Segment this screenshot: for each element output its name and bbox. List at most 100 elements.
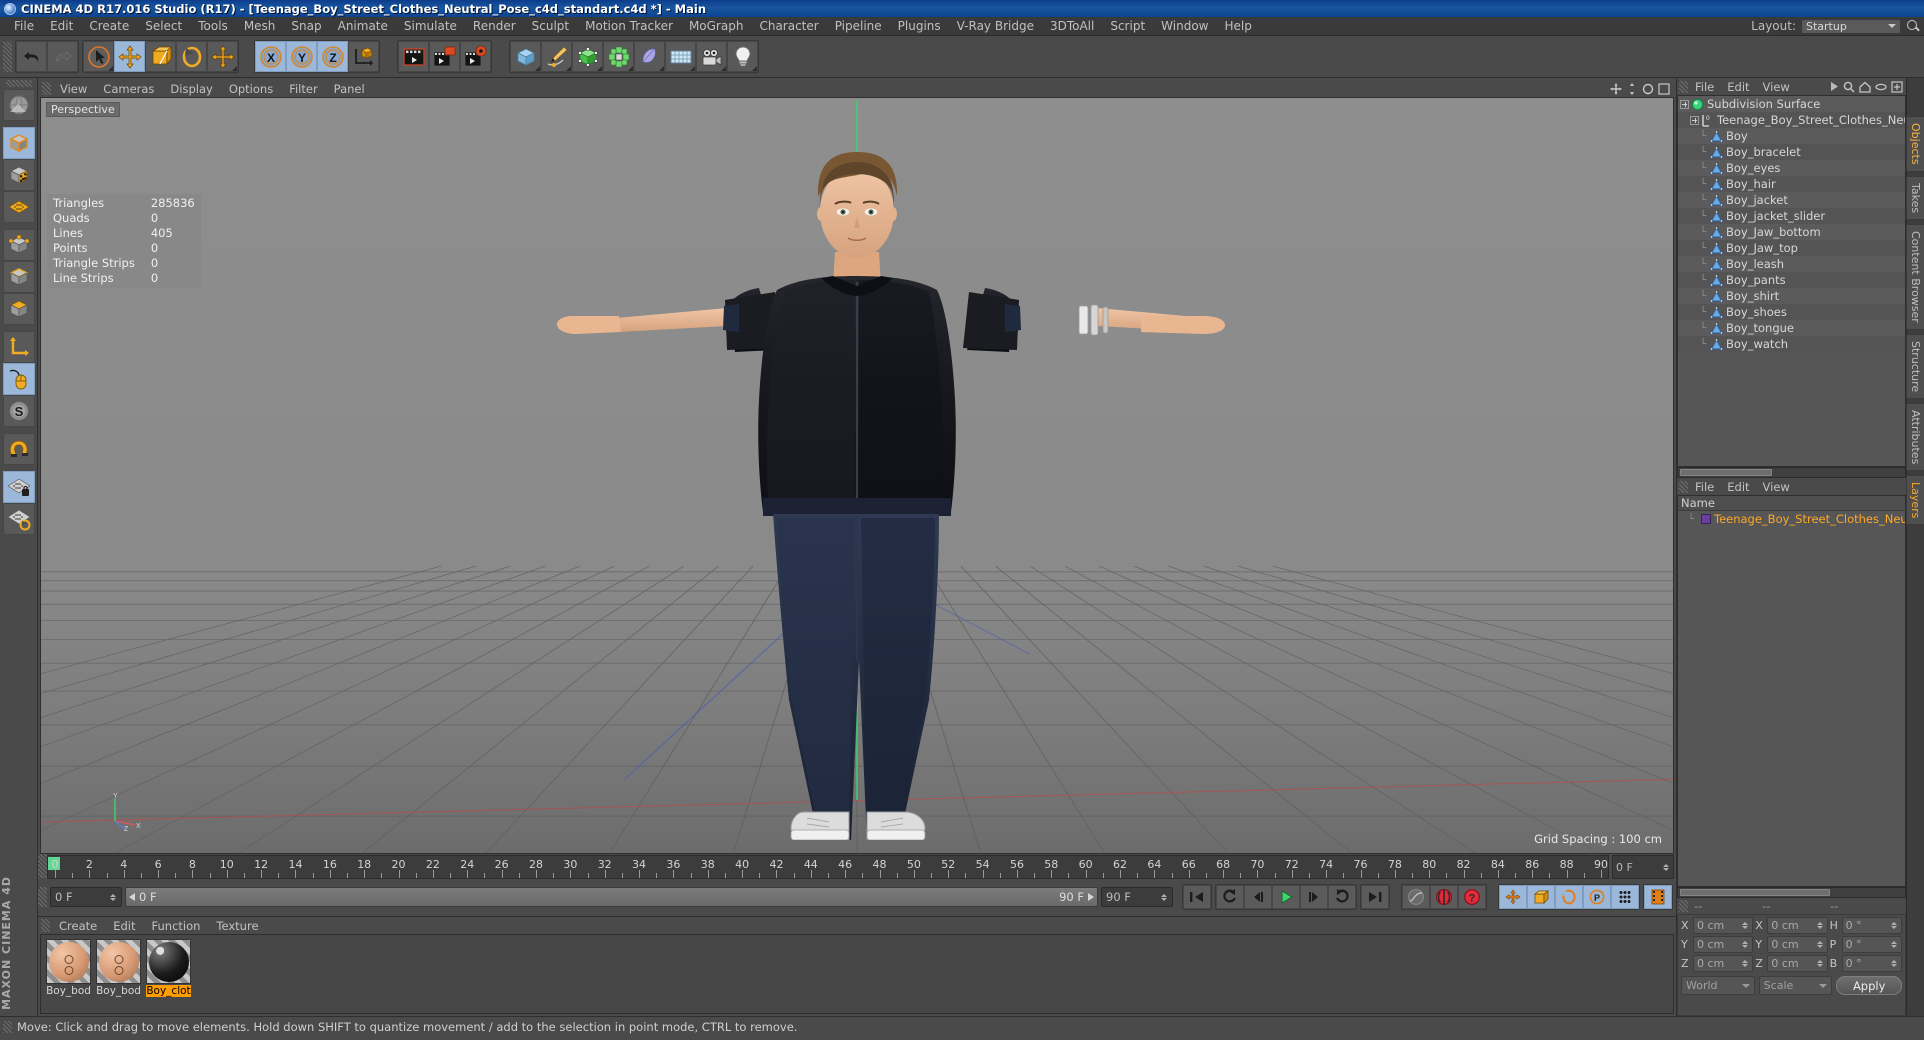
- go-to-end-icon[interactable]: [1361, 885, 1389, 909]
- menu-item-help[interactable]: Help: [1216, 17, 1259, 35]
- layer-menu-file[interactable]: File: [1689, 480, 1720, 494]
- scrollbar-thumb[interactable]: [1680, 469, 1772, 476]
- coord-system-select[interactable]: World: [1681, 976, 1755, 995]
- menu-item-simulate[interactable]: Simulate: [396, 17, 465, 35]
- timeline-panel-icon[interactable]: [1644, 885, 1672, 909]
- material-item[interactable]: Boy_bod: [95, 939, 142, 1009]
- polygon-mode-icon[interactable]: [2, 293, 35, 325]
- stepper-icon[interactable]: [1816, 960, 1824, 967]
- object-menu-file[interactable]: File: [1689, 80, 1720, 94]
- tree-expand-toggle[interactable]: [1690, 115, 1699, 125]
- rotate-icon[interactable]: [176, 41, 207, 72]
- rotation-p-field[interactable]: 0 °: [1841, 936, 1902, 953]
- pan-view-icon[interactable]: [1610, 82, 1622, 95]
- rotate-view-icon[interactable]: [1642, 83, 1654, 95]
- layer-color-swatch[interactable]: [1701, 514, 1711, 524]
- status-bar-grip[interactable]: [3, 1020, 12, 1033]
- preview-end-input[interactable]: 90 F: [1101, 887, 1173, 907]
- position-y-field[interactable]: 0 cm: [1693, 936, 1754, 953]
- stepper-icon[interactable]: [1890, 922, 1898, 929]
- move-dup-icon[interactable]: [207, 41, 238, 72]
- object-menu-edit[interactable]: Edit: [1721, 80, 1755, 94]
- left-toolbar-grip[interactable]: [5, 80, 32, 87]
- viewport-solo-mouse-icon[interactable]: [2, 363, 35, 395]
- viewport-menu-display[interactable]: Display: [163, 81, 219, 97]
- position-key-icon[interactable]: [1499, 885, 1527, 909]
- object-tree-row[interactable]: └ Boy_hair: [1678, 176, 1905, 192]
- stepper-icon[interactable]: [1742, 941, 1749, 948]
- workplane-rotate-icon[interactable]: [2, 503, 35, 535]
- range-start-handle-icon[interactable]: [129, 893, 135, 901]
- layer-list-hscrollbar[interactable]: [1677, 887, 1906, 898]
- object-tree-row[interactable]: └ Boy_bracelet: [1678, 144, 1905, 160]
- previous-frame-icon[interactable]: [1244, 885, 1272, 909]
- move-icon[interactable]: [114, 41, 145, 72]
- play-arrow-icon[interactable]: [1829, 81, 1839, 92]
- keyframe-selection-icon[interactable]: ?: [1458, 885, 1486, 909]
- undo-icon[interactable]: [16, 41, 47, 72]
- camera-icon[interactable]: [696, 41, 727, 72]
- material-item[interactable]: Boy_bod: [45, 939, 92, 1009]
- object-tree-row[interactable]: └ Boy_Jaw_bottom: [1678, 224, 1905, 240]
- menu-item-edit[interactable]: Edit: [42, 17, 81, 35]
- axis-mode-icon[interactable]: [2, 331, 35, 363]
- menu-item-motion-tracker[interactable]: Motion Tracker: [577, 17, 681, 35]
- next-frame-icon[interactable]: [1300, 885, 1328, 909]
- generator-icon[interactable]: [572, 41, 603, 72]
- object-tree-row[interactable]: Subdivision Surface: [1678, 96, 1905, 112]
- pla-key-icon[interactable]: [1611, 885, 1639, 909]
- toolbar-grip[interactable]: [3, 41, 12, 72]
- object-manager-grip[interactable]: [1679, 80, 1688, 93]
- workplane-lock-icon[interactable]: [2, 471, 35, 503]
- character-model-3d[interactable]: [477, 100, 1237, 840]
- size-y-field[interactable]: 0 cm: [1767, 936, 1828, 953]
- autokey-curve-icon[interactable]: [1402, 885, 1430, 909]
- menu-item-3dtoall[interactable]: 3DToAll: [1042, 17, 1102, 35]
- y-axis-icon[interactable]: Y: [286, 41, 317, 72]
- menu-item-character[interactable]: Character: [751, 17, 826, 35]
- object-tree-row[interactable]: └ Boy_eyes: [1678, 160, 1905, 176]
- x-axis-icon[interactable]: X: [255, 41, 286, 72]
- cube-primitive-icon[interactable]: [510, 41, 541, 72]
- tab-layers[interactable]: Layers: [1906, 475, 1924, 526]
- zoom-view-icon[interactable]: [1626, 82, 1638, 95]
- layer-menu-view[interactable]: View: [1757, 480, 1796, 494]
- point-mode-icon[interactable]: [2, 229, 35, 261]
- menu-item-tools[interactable]: Tools: [190, 17, 236, 35]
- material-menu-create[interactable]: Create: [52, 918, 104, 934]
- home-icon[interactable]: [1859, 81, 1871, 93]
- scrollbar-thumb[interactable]: [1680, 889, 1830, 896]
- cloth-sphere-icon[interactable]: [146, 939, 191, 984]
- timeline-controls-grip[interactable]: [38, 887, 47, 907]
- magnet-icon[interactable]: [2, 433, 35, 465]
- menu-item-plugins[interactable]: Plugins: [890, 17, 949, 35]
- layer-list[interactable]: Name └ Teenage_Boy_Street_Clothes_Neut: [1677, 495, 1906, 887]
- timeline-grip[interactable]: [38, 854, 47, 878]
- texture-mode-icon[interactable]: [2, 159, 35, 191]
- menu-item-sculpt[interactable]: Sculpt: [524, 17, 577, 35]
- timeline-range-slider[interactable]: 0 F 90 F: [125, 887, 1098, 907]
- menu-item-vray-bridge[interactable]: V-Ray Bridge: [949, 17, 1042, 35]
- viewport-menu-filter[interactable]: Filter: [282, 81, 324, 97]
- stepper-icon[interactable]: [1890, 960, 1898, 967]
- current-frame-input[interactable]: 0 F: [50, 887, 122, 907]
- viewport-menu-panel[interactable]: Panel: [327, 81, 372, 97]
- stepper-icon[interactable]: [1742, 922, 1749, 929]
- viewport-grip[interactable]: [42, 82, 51, 95]
- edge-mode-icon[interactable]: [2, 261, 35, 293]
- light-icon[interactable]: [727, 41, 758, 72]
- textured-mode-icon[interactable]: [2, 89, 35, 121]
- menu-item-file[interactable]: File: [6, 17, 42, 35]
- menu-item-create[interactable]: Create: [81, 17, 137, 35]
- tree-expand-toggle[interactable]: [1680, 99, 1689, 109]
- maximize-view-icon[interactable]: [1658, 82, 1670, 95]
- material-menu-function[interactable]: Function: [145, 918, 208, 934]
- object-tree[interactable]: Subdivision Surface 0 Teenage_Boy_Street_C…: [1677, 95, 1906, 467]
- ellipse-icon[interactable]: [1875, 82, 1887, 92]
- viewport-menu-view[interactable]: View: [53, 81, 94, 97]
- menu-item-window[interactable]: Window: [1153, 17, 1216, 35]
- model-mode-icon[interactable]: [2, 127, 35, 159]
- tab-takes[interactable]: Takes: [1906, 175, 1924, 220]
- layer-menu-edit[interactable]: Edit: [1721, 480, 1755, 494]
- material-menu-texture[interactable]: Texture: [209, 918, 265, 934]
